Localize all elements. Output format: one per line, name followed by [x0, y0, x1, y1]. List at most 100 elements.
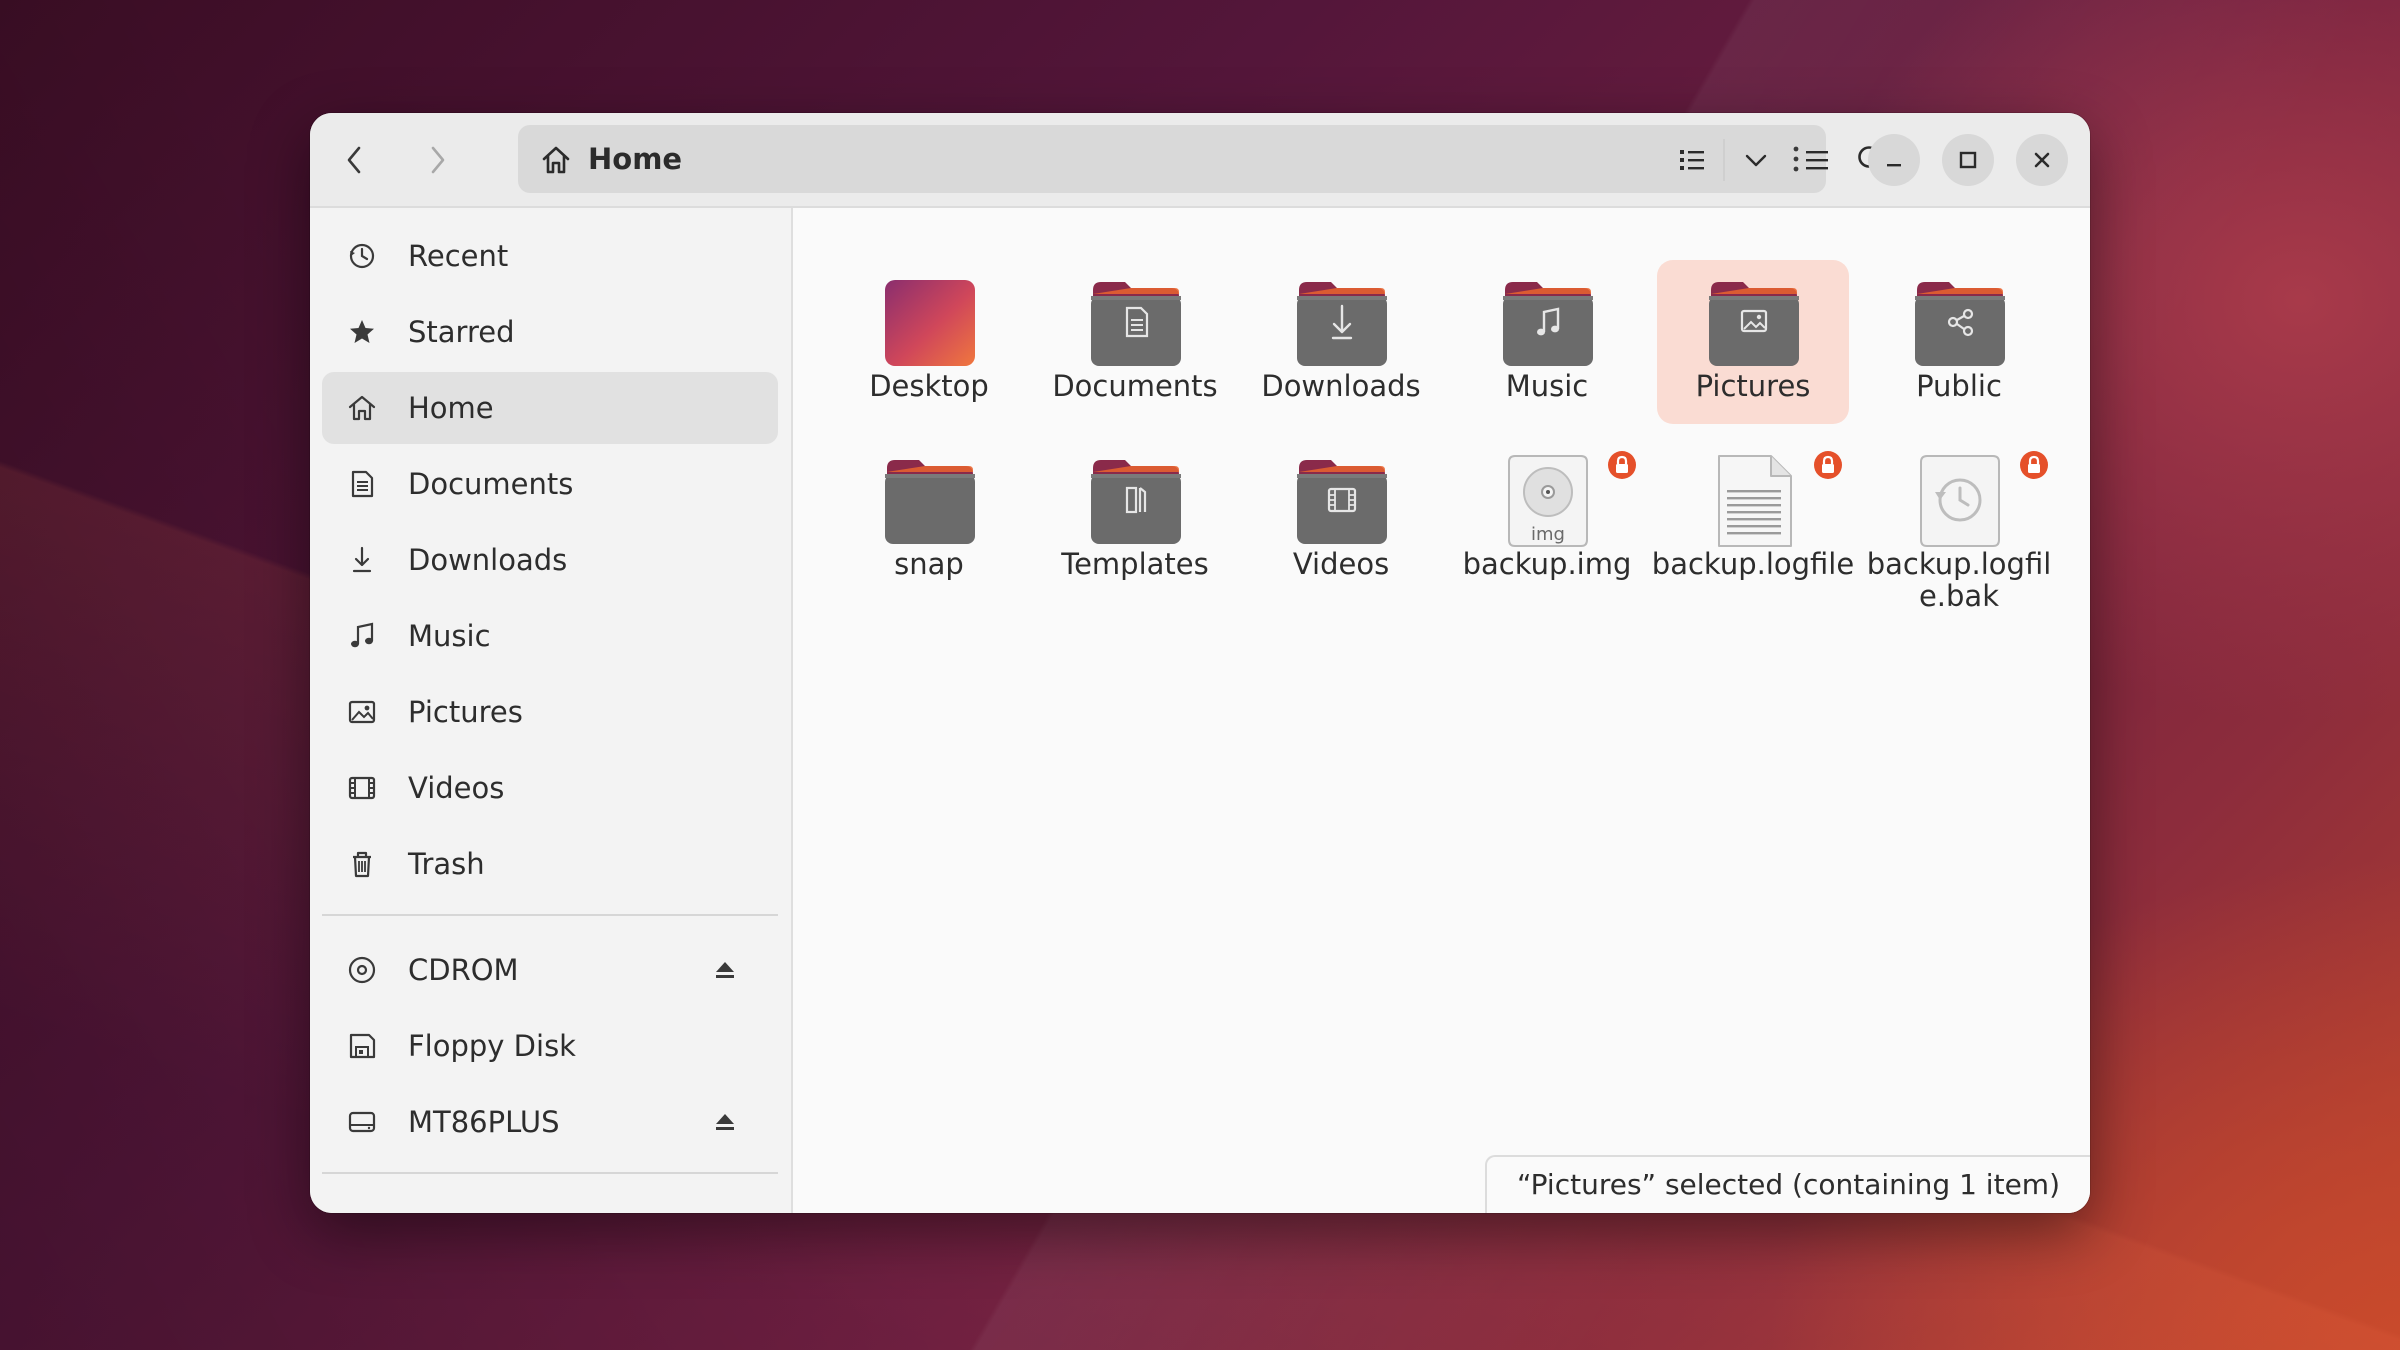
sidebar-device-mt86plus[interactable]: MT86PLUS [322, 1086, 778, 1158]
chevron-down-icon [1745, 154, 1767, 167]
sidebar-item-label: CDROM [408, 953, 519, 987]
image-type-label: img [1531, 524, 1565, 545]
sidebar-item-documents[interactable]: Documents [322, 448, 778, 520]
file-item-desktop[interactable]: Desktop [833, 260, 1025, 424]
sidebar-item-label: Music [408, 619, 491, 653]
sidebar-item-label: Other Locations [408, 1192, 637, 1213]
sidebar-item-starred[interactable]: Starred [322, 296, 778, 368]
file-name-label: Templates [1061, 547, 1209, 581]
sidebar-item-downloads[interactable]: Downloads [322, 524, 778, 596]
sidebar-item-videos[interactable]: Videos [322, 752, 778, 824]
star-icon [350, 320, 374, 343]
desktop-folder-icon [885, 280, 975, 366]
file-name-label: Desktop [869, 369, 989, 403]
minimize-icon [1887, 164, 1901, 167]
template-folder-icon [1091, 460, 1181, 544]
sidebar-separator [322, 914, 778, 916]
view-list-button[interactable] [1667, 135, 1717, 185]
picture-folder-icon [1709, 282, 1799, 366]
sidebar-item-label: Recent [408, 239, 509, 273]
lock-icon [1608, 451, 1636, 479]
files-window: Home Recent Starred Home Documents Downloads… [310, 113, 2090, 1213]
chevron-right-icon [431, 146, 445, 174]
home-icon [348, 395, 376, 421]
clock-icon [349, 243, 375, 269]
lock-icon [2020, 451, 2048, 479]
film-folder-icon [1297, 460, 1387, 544]
file-name-label: Music [1505, 369, 1589, 403]
drive-icon [348, 1111, 376, 1133]
sidebar-item-other-locations[interactable]: Other Locations [322, 1192, 778, 1213]
file-item-documents[interactable]: Documents [1039, 260, 1231, 424]
close-icon [2034, 152, 2050, 168]
sidebar-item-home[interactable]: Home [322, 372, 778, 444]
file-item-public[interactable]: Public [1863, 260, 2055, 424]
sidebar-item-label: Floppy Disk [408, 1029, 576, 1063]
document-icon [351, 470, 374, 498]
headerbar: Home [310, 113, 2090, 208]
file-item-music[interactable]: Music [1451, 260, 1643, 424]
close-button[interactable] [2016, 134, 2068, 186]
sidebar-item-music[interactable]: Music [322, 600, 778, 672]
share-folder-icon [1915, 282, 2005, 366]
file-name-label: backup.logfile.bak [1866, 547, 2052, 613]
minimize-button[interactable] [1868, 134, 1920, 186]
file-name-label: Videos [1292, 547, 1390, 581]
file-item-templates[interactable]: Templates [1039, 438, 1231, 602]
floppy-icon [349, 1033, 376, 1059]
sidebar-item-recent[interactable]: Recent [322, 220, 778, 292]
file-item-backup-logfile-bak[interactable]: backup.logfile.bak [1863, 438, 2055, 612]
file-item-downloads[interactable]: Downloads [1245, 260, 1437, 424]
sidebar-device-floppy-disk[interactable]: Floppy Disk [322, 1010, 778, 1082]
disc-icon [348, 956, 376, 984]
sidebar-item-label: Trash [408, 847, 485, 881]
file-item-pictures[interactable]: Pictures [1657, 260, 1849, 424]
list-view-icon [1680, 150, 1704, 170]
music-note-icon [351, 622, 374, 648]
status-bar: “Pictures” selected (containing 1 item) [1485, 1155, 2090, 1213]
file-item-backup-img[interactable]: img backup.img [1451, 438, 1643, 602]
back-button[interactable] [330, 135, 380, 185]
eject-icon[interactable] [714, 959, 736, 981]
forward-button[interactable] [412, 135, 462, 185]
lock-icon [1814, 451, 1842, 479]
hamburger-menu-icon [1806, 151, 1828, 170]
file-name-label: Public [1916, 369, 2002, 403]
file-name-label: Downloads [1261, 369, 1421, 403]
file-name-label: Documents [1052, 369, 1218, 403]
file-item-snap[interactable]: snap [833, 438, 1025, 602]
sidebar-item-label: Pictures [408, 695, 523, 729]
sidebar-item-label: Downloads [408, 543, 568, 577]
download-folder-icon [1297, 282, 1387, 366]
chevron-left-icon [347, 146, 361, 174]
home-icon [542, 146, 570, 174]
file-view: “Pictures” selected (containing 1 item) … [793, 208, 2090, 1213]
location-title: Home [588, 142, 683, 176]
view-button-separator [1723, 139, 1725, 181]
backup-file-icon [1920, 455, 2000, 547]
file-name-label: Pictures [1695, 369, 1811, 403]
file-item-videos[interactable]: Videos [1245, 438, 1437, 602]
trash-icon [353, 851, 371, 878]
picture-icon [348, 700, 376, 724]
text-file-icon [1718, 455, 1792, 547]
sidebar-item-label: MT86PLUS [408, 1105, 560, 1139]
music-folder-icon [1503, 282, 1593, 366]
file-name-label: backup.logfile [1651, 547, 1855, 581]
download-icon [352, 546, 372, 573]
sidebar-item-trash[interactable]: Trash [322, 828, 778, 900]
view-options-button[interactable] [1731, 135, 1781, 185]
sidebar-item-label: Starred [408, 315, 515, 349]
sidebar-item-pictures[interactable]: Pictures [322, 676, 778, 748]
file-item-backup-logfile[interactable]: backup.logfile [1652, 438, 1854, 602]
document-folder-icon [1091, 282, 1181, 366]
folder-icon [885, 460, 975, 544]
eject-icon[interactable] [714, 1111, 736, 1133]
main-menu-button[interactable] [1792, 135, 1842, 185]
sidebar-item-label: Home [408, 391, 494, 425]
sidebar-item-label: Documents [408, 467, 574, 501]
maximize-icon [1959, 151, 1977, 169]
location-bar[interactable]: Home [518, 125, 1826, 193]
maximize-button[interactable] [1942, 134, 1994, 186]
sidebar-device-cdrom[interactable]: CDROM [322, 934, 778, 1006]
